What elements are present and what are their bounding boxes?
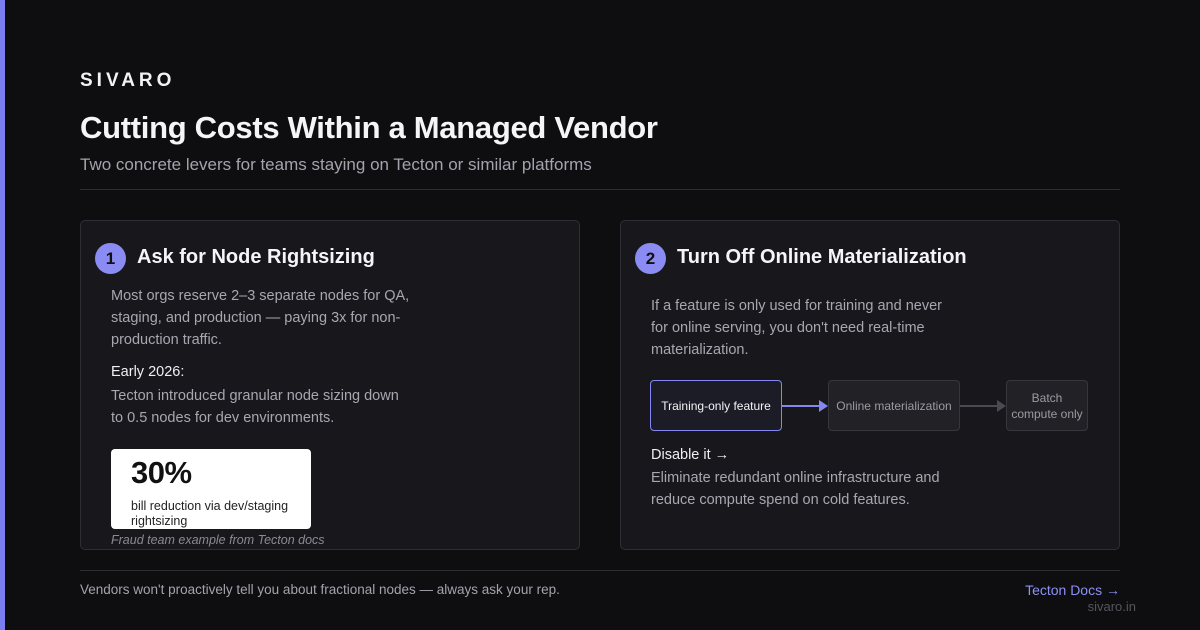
page-title: Cutting Costs Within a Managed Vendor (80, 110, 658, 145)
action-label: Disable it → (651, 447, 730, 463)
action-text: Eliminate redundant online infrastructur… (651, 470, 940, 508)
lever-card-rightsizing: 1 Ask for Node Rightsizing Most orgs res… (80, 220, 580, 550)
highlight-label: Early 2026: (111, 364, 185, 380)
card-description: If a feature is only used for training a… (651, 298, 942, 358)
flow-arrow-icon (960, 400, 1006, 412)
flow-node-batch-compute: Batch compute only (1006, 380, 1088, 431)
watermark: sivaro.in (1087, 599, 1136, 614)
flow-node-training-only: Training-only feature (650, 380, 782, 431)
card-title: Turn Off Online Materialization (677, 246, 967, 268)
footer-tip: Vendors won't proactively tell you about… (80, 582, 560, 597)
page-subtitle: Two concrete levers for teams staying on… (80, 155, 592, 174)
brand-logo: SIVARO (80, 70, 176, 91)
stat-description: bill reduction via dev/staging rightsizi… (131, 499, 289, 528)
flow-node-online-materialization: Online materialization (828, 380, 960, 431)
stat-value: 30% (131, 455, 192, 490)
source-note: Fraud team example from Tecton docs (111, 533, 325, 547)
step-number-badge: 2 (635, 243, 666, 274)
footer-divider (80, 570, 1120, 571)
card-title: Ask for Node Rightsizing (137, 246, 375, 268)
tecton-docs-link[interactable]: Tecton Docs → (1025, 582, 1120, 598)
card-description: Most orgs reserve 2–3 separate nodes for… (111, 288, 410, 348)
lever-card-materialization: 2 Turn Off Online Materialization If a f… (620, 220, 1120, 550)
header-divider (80, 189, 1120, 190)
accent-bar (0, 0, 5, 630)
flow-arrow-icon (782, 400, 828, 412)
step-number-badge: 1 (95, 243, 126, 274)
stat-callout: 30% bill reduction via dev/staging right… (111, 449, 311, 529)
highlight-text: Tecton introduced granular node sizing d… (111, 388, 399, 426)
